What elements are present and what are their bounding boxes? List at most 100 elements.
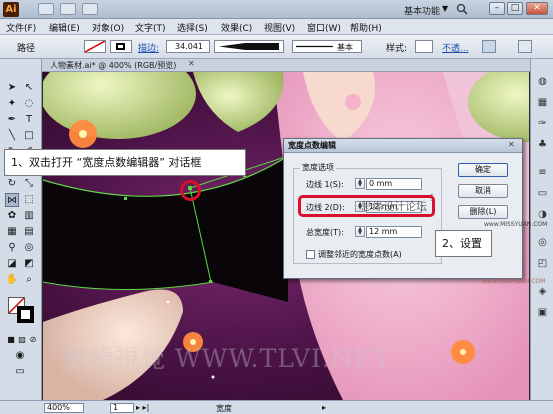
rectangle-tool-icon[interactable]: □: [22, 129, 36, 143]
workspace-label[interactable]: 基本功能: [404, 4, 440, 17]
appearance-panel-icon[interactable]: ◎: [535, 235, 550, 250]
document-tab[interactable]: 人物素材.ai* @ 400% (RGB/预览) ✕: [42, 59, 553, 72]
delete-button[interactable]: 删除(L): [458, 205, 508, 219]
forum-watermark: 思缘设计论坛: [361, 200, 427, 213]
stroke-panel-icon[interactable]: ≡: [535, 165, 550, 180]
total-width-stepper[interactable]: ▲ ▼: [355, 226, 365, 237]
stroke-weight-field[interactable]: 34.041: [166, 40, 210, 53]
step2-callout: 2、设置: [435, 230, 492, 257]
url-watermark-2: www.MISSYUAN.COM: [482, 278, 546, 285]
width-profile-dropdown[interactable]: [214, 40, 284, 53]
gradient-panel-icon[interactable]: ▭: [535, 186, 550, 201]
status-bar: 400% 1 ▸ ▸| 宽度 ▸: [0, 400, 553, 414]
scale-icon[interactable]: ⤡: [22, 177, 36, 191]
bottom-watermark: 騰龍視覺 WWW.TLVI.NET: [62, 344, 391, 373]
eyedropper-icon[interactable]: ⚲: [5, 241, 19, 255]
close-button[interactable]: ✕: [526, 2, 548, 15]
symbol-sprayer-icon[interactable]: ✿: [5, 209, 19, 223]
artboard-number-field[interactable]: 1: [110, 403, 134, 413]
selection-type-label: 路径: [17, 44, 36, 54]
gradient-tool-icon[interactable]: ▤: [22, 225, 36, 239]
graph-tool-icon[interactable]: ▥: [22, 209, 36, 223]
draw-mode-icon[interactable]: ◉: [13, 349, 27, 363]
free-transform-icon[interactable]: ⬚: [22, 193, 36, 207]
step1-callout: 1、双击打开 “宽度点数编辑器” 对话框: [4, 149, 246, 176]
symbols-panel-icon[interactable]: ♣: [535, 137, 550, 152]
bridge-icon[interactable]: [38, 3, 54, 15]
width-point-highlight: [180, 180, 201, 201]
menu-bar: 文件(F) 编辑(E) 对象(O) 文字(T) 选择(S) 效果(C) 视图(V…: [0, 19, 553, 35]
side1-field[interactable]: 0 mm: [366, 178, 422, 190]
selection-tool-icon[interactable]: ➤: [5, 81, 19, 95]
close-icon[interactable]: ✕: [188, 59, 195, 68]
menu-window[interactable]: 窗口(W): [307, 21, 341, 34]
lasso-icon[interactable]: ◌: [22, 97, 36, 111]
arrange-icon[interactable]: [60, 3, 76, 15]
menu-view[interactable]: 视图(V): [264, 21, 295, 34]
chevron-down-icon[interactable]: ▼: [442, 4, 448, 13]
align-icon[interactable]: [518, 40, 532, 53]
menu-type[interactable]: 文字(T): [135, 21, 166, 34]
control-bar: 路径 描边: 34.041 基本 样式: 不透...: [0, 35, 553, 59]
recolor-icon[interactable]: [482, 40, 496, 53]
total-width-field[interactable]: 12 mm: [366, 226, 422, 238]
width-tool-icon[interactable]: ⋈: [5, 193, 19, 207]
cancel-button[interactable]: 取消: [458, 184, 508, 198]
menu-edit[interactable]: 编辑(E): [49, 21, 80, 34]
artboard-nav-icon[interactable]: ▸ ▸|: [136, 403, 149, 412]
stroke-color-icon[interactable]: [17, 306, 34, 323]
opacity-link[interactable]: 不透...: [442, 41, 469, 54]
color-panel-icon[interactable]: ◍: [535, 74, 550, 89]
minimize-button[interactable]: –: [489, 2, 505, 15]
side1-stepper[interactable]: ▲ ▼: [355, 178, 365, 189]
maximize-button[interactable]: □: [507, 2, 523, 15]
style-label: 样式:: [386, 44, 408, 54]
adjust-points-checkbox[interactable]: [306, 250, 315, 259]
menu-help[interactable]: 帮助(H): [350, 21, 382, 34]
zoom-tool-icon[interactable]: ⌕: [22, 273, 36, 287]
url-watermark: www.MISSYUAN.COM: [484, 221, 548, 228]
artboards-panel-icon[interactable]: ▣: [535, 305, 550, 320]
status-arrow-icon[interactable]: ▸: [322, 403, 326, 412]
brushes-panel-icon[interactable]: ✑: [535, 116, 550, 131]
fill-swatch[interactable]: [84, 40, 106, 53]
layers-panel-icon[interactable]: ◈: [535, 284, 550, 299]
close-icon[interactable]: ✕: [508, 140, 515, 149]
pen-tool-icon[interactable]: ✒: [5, 113, 19, 127]
total-width-label: 总宽度(T):: [306, 228, 344, 237]
brush-definition-dropdown[interactable]: 基本: [292, 40, 362, 53]
line-tool-icon[interactable]: ╲: [5, 129, 19, 143]
menu-file[interactable]: 文件(F): [6, 21, 36, 34]
grid-icon[interactable]: [82, 3, 98, 15]
app-logo: Ai: [3, 2, 19, 17]
magic-wand-icon[interactable]: ✦: [5, 97, 19, 111]
ok-button[interactable]: 确定: [458, 163, 508, 177]
rotate-icon[interactable]: ↻: [5, 177, 19, 191]
live-paint-icon[interactable]: ◪: [5, 257, 19, 271]
menu-effect[interactable]: 效果(C): [221, 21, 252, 34]
type-tool-icon[interactable]: T: [22, 113, 36, 127]
current-tool-status: 宽度: [216, 404, 232, 413]
dialog-title-bar[interactable]: 宽度点数编辑 ✕: [284, 139, 522, 153]
none-mode-icon[interactable]: ⊘: [26, 333, 40, 347]
slice-tool-icon[interactable]: ◩: [22, 257, 36, 271]
adjust-points-label: 调整邻近的宽度点数(A): [318, 250, 402, 259]
tools-panel: ➤ ↖ ✦ ◌ ✒ T ╲ □ ✎ ✐ ◐ ◇ ↻ ⤡ ⋈ ⬚ ✿ ▥ ▦ ▤ …: [0, 59, 42, 401]
search-icon[interactable]: [456, 3, 468, 15]
menu-object[interactable]: 对象(O): [92, 21, 124, 34]
stroke-swatch[interactable]: [110, 40, 132, 53]
stroke-link[interactable]: 描边:: [138, 41, 159, 54]
graphic-styles-panel-icon[interactable]: ◰: [535, 256, 550, 271]
swatches-panel-icon[interactable]: ▦: [535, 95, 550, 110]
hand-tool-icon[interactable]: ✋: [5, 273, 19, 287]
illustrator-window: Ai 基本功能 ▼ – □ ✕ 文件(F) 编辑(E) 对象(O) 文字(T) …: [0, 0, 553, 414]
direct-selection-tool-icon[interactable]: ↖: [22, 81, 36, 95]
mesh-tool-icon[interactable]: ▦: [5, 225, 19, 239]
zoom-field[interactable]: 400%: [44, 403, 84, 413]
transparency-panel-icon[interactable]: ◑: [535, 207, 550, 222]
menu-select[interactable]: 选择(S): [177, 21, 208, 34]
blend-tool-icon[interactable]: ◎: [22, 241, 36, 255]
dialog-title: 宽度点数编辑: [288, 141, 336, 150]
graphic-style-swatch[interactable]: [415, 40, 433, 53]
screen-mode-icon[interactable]: ▭: [13, 365, 27, 379]
